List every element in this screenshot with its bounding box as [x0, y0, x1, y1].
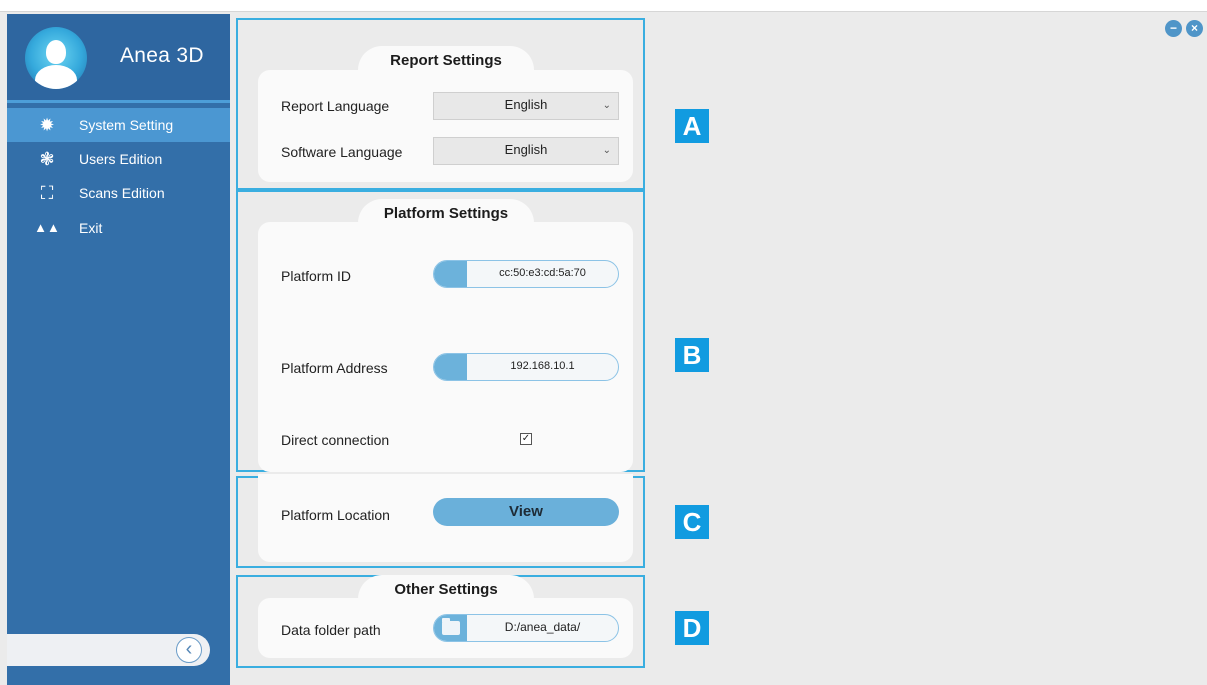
platform-id-value: cc:50:e3:cd:5a:70 [499, 267, 586, 279]
avatar-body [35, 65, 77, 89]
data-folder-field[interactable]: D:/anea_data/ [433, 614, 619, 642]
report-language-label: Report Language [281, 98, 390, 114]
direct-connection-checkbox[interactable]: ✓ [520, 433, 532, 445]
sidebar-collapse-bar[interactable]: ‹ [7, 634, 210, 666]
report-settings-card [258, 70, 633, 182]
sidebar-item-label: Scans Edition [79, 185, 165, 201]
scan-frame-icon: ⛶ [40, 183, 54, 203]
data-folder-label: Data folder path [281, 622, 381, 638]
window-controls: − × [1165, 20, 1203, 37]
users-gear-icon: ❃ [39, 149, 55, 169]
avatar[interactable] [25, 27, 87, 89]
software-language-value: English [504, 142, 548, 157]
badge-b: B [675, 338, 709, 372]
badge-a: A [675, 109, 709, 143]
sidebar-item-exit[interactable]: ▲▲ Exit [7, 211, 230, 245]
direct-connection-label: Direct connection [281, 432, 390, 448]
sidebar-item-scans-edition[interactable]: ⛶ Scans Edition [7, 176, 230, 210]
sidebar: Anea 3D ✹ System Setting ❃ Users Edition… [7, 14, 230, 685]
chevron-left-icon[interactable]: ‹ [176, 637, 202, 663]
app-title: Anea 3D [120, 44, 204, 67]
sidebar-item-system-setting[interactable]: ✹ System Setting [7, 108, 230, 142]
sidebar-item-users-edition[interactable]: ❃ Users Edition [7, 142, 230, 176]
software-language-label: Software Language [281, 144, 403, 160]
folder-icon[interactable] [434, 615, 467, 641]
window-top-bar [0, 0, 1207, 12]
sidebar-item-label: Exit [79, 220, 103, 236]
report-language-select[interactable]: English ⌄ [433, 92, 619, 120]
platform-address-label: Platform Address [281, 360, 388, 376]
field-cap [434, 261, 467, 287]
platform-location-label: Platform Location [281, 507, 390, 523]
software-language-select[interactable]: English ⌄ [433, 137, 619, 165]
platform-address-field[interactable]: 192.168.10.1 [433, 353, 619, 381]
exit-icon: ▲▲ [34, 220, 60, 235]
chevron-down-icon: ⌄ [602, 100, 611, 111]
report-language-value: English [504, 97, 548, 112]
platform-id-label: Platform ID [281, 268, 352, 284]
sidebar-header: Anea 3D [7, 14, 230, 102]
view-location-button[interactable]: View [433, 498, 619, 526]
badge-d: D [675, 611, 709, 645]
platform-id-field[interactable]: cc:50:e3:cd:5a:70 [433, 260, 619, 288]
data-folder-value: D:/anea_data/ [504, 620, 581, 634]
close-icon[interactable]: × [1186, 20, 1203, 37]
badge-c: C [675, 505, 709, 539]
field-cap [434, 354, 467, 380]
sidebar-item-label: Users Edition [79, 151, 163, 167]
platform-address-value: 192.168.10.1 [510, 360, 575, 372]
chevron-down-icon: ⌄ [602, 145, 611, 156]
avatar-head [46, 40, 66, 64]
sidebar-item-label: System Setting [79, 117, 174, 133]
minimize-icon[interactable]: − [1165, 20, 1182, 37]
gear-icon: ✹ [39, 115, 55, 135]
sidebar-divider [7, 100, 230, 103]
